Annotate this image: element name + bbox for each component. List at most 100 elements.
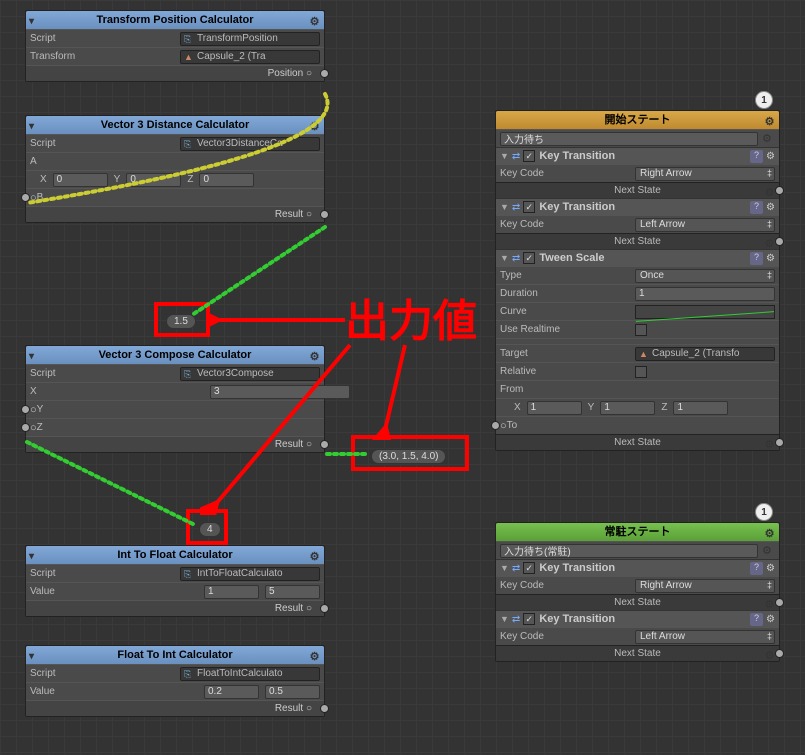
node-int-to-float[interactable]: ▾ Int To Float Calculator ⚙ Script ⎘ Int…	[25, 545, 325, 617]
output-port[interactable]	[320, 440, 329, 449]
script-field[interactable]: ⎘ TransformPosition	[180, 32, 320, 46]
curve-field[interactable]	[635, 305, 775, 319]
foldout-icon[interactable]: ▼	[500, 614, 509, 624]
value-input-a[interactable]	[204, 585, 259, 599]
value-input-b[interactable]	[265, 685, 320, 699]
output-port[interactable]	[775, 649, 784, 658]
node-resident-state[interactable]: 常駐ステート ⚙ ⚙ ▼ ⇄ ✓ Key Transition ? ⚙ Key …	[495, 522, 780, 662]
gear-icon[interactable]: ⚙	[308, 118, 321, 131]
gear-icon[interactable]: ⚙	[308, 348, 321, 361]
node-header[interactable]: ▾ Int To Float Calculator ⚙	[26, 546, 324, 564]
help-icon[interactable]: ?	[750, 252, 763, 265]
collapse-icon[interactable]: ▾	[29, 118, 34, 136]
value-input-a[interactable]	[204, 685, 259, 699]
keycode-dropdown[interactable]: Right Arrow	[635, 167, 775, 181]
gear-icon[interactable]: ⚙	[762, 544, 775, 557]
gear-icon[interactable]: ⚙	[763, 648, 776, 661]
node-vec3-distance[interactable]: ▾ Vector 3 Distance Calculator ⚙ Script …	[25, 115, 325, 223]
node-header[interactable]: 開始ステート ⚙	[496, 111, 779, 129]
gear-icon[interactable]: ⚙	[766, 151, 775, 162]
output-port[interactable]	[320, 604, 329, 613]
foldout-icon[interactable]: ▼	[500, 151, 509, 161]
gear-icon[interactable]: ⚙	[766, 614, 775, 625]
gear-icon[interactable]: ⚙	[763, 437, 776, 450]
z-input[interactable]	[199, 173, 254, 187]
node-header[interactable]: ▾ Transform Position Calculator ⚙	[26, 11, 324, 29]
output-port[interactable]	[320, 69, 329, 78]
from-y-input[interactable]	[600, 401, 655, 415]
relative-checkbox[interactable]	[635, 366, 647, 378]
gear-icon[interactable]: ⚙	[763, 525, 776, 538]
enable-checkbox[interactable]: ✓	[523, 613, 535, 625]
script-field[interactable]: ⎘ FloatToIntCalculato	[180, 667, 320, 681]
output-port[interactable]	[320, 704, 329, 713]
value-input-b[interactable]	[265, 585, 320, 599]
enable-checkbox[interactable]: ✓	[523, 562, 535, 574]
realtime-checkbox[interactable]	[635, 324, 647, 336]
keycode-dropdown[interactable]: Right Arrow	[635, 579, 775, 593]
section-key-transition-1[interactable]: ▼ ⇄ ✓ Key Transition ? ⚙	[496, 559, 779, 576]
input-port-z[interactable]	[21, 423, 30, 432]
foldout-icon[interactable]: ▼	[500, 202, 509, 212]
node-vec3-compose[interactable]: ▾ Vector 3 Compose Calculator ⚙ Script ⎘…	[25, 345, 325, 453]
gear-icon[interactable]: ⚙	[763, 185, 776, 198]
state-name-input[interactable]	[500, 544, 758, 558]
node-header[interactable]: 常駐ステート ⚙	[496, 523, 779, 541]
gear-icon[interactable]: ⚙	[763, 113, 776, 126]
help-icon[interactable]: ?	[750, 562, 763, 575]
output-port[interactable]	[775, 598, 784, 607]
help-icon[interactable]: ?	[750, 150, 763, 163]
foldout-icon[interactable]: ▼	[500, 253, 509, 263]
script-field[interactable]: ⎘ Vector3DistanceCa	[180, 137, 320, 151]
node-start-state[interactable]: 開始ステート ⚙ ⚙ ▼ ⇄ ✓ Key Transition ? ⚙ Key …	[495, 110, 780, 451]
node-header[interactable]: ▾ Vector 3 Compose Calculator ⚙	[26, 346, 324, 364]
section-key-transition-1[interactable]: ▼ ⇄ ✓ Key Transition ? ⚙	[496, 147, 779, 164]
foldout-icon[interactable]: ▼	[500, 563, 509, 573]
input-port-b[interactable]	[21, 193, 30, 202]
node-transform-position[interactable]: ▾ Transform Position Calculator ⚙ Script…	[25, 10, 325, 82]
output-port[interactable]	[775, 237, 784, 246]
gear-icon[interactable]: ⚙	[763, 236, 776, 249]
script-field[interactable]: ⎘ Vector3Compose	[180, 367, 320, 381]
help-icon[interactable]: ?	[750, 201, 763, 214]
enable-checkbox[interactable]: ✓	[523, 150, 535, 162]
collapse-icon[interactable]: ▾	[29, 548, 34, 566]
node-header[interactable]: ▾ Float To Int Calculator ⚙	[26, 646, 324, 664]
from-z-input[interactable]	[673, 401, 728, 415]
gear-icon[interactable]: ⚙	[308, 648, 321, 661]
output-port[interactable]	[775, 438, 784, 447]
type-dropdown[interactable]: Once	[635, 269, 775, 283]
script-field[interactable]: ⎘ IntToFloatCalculato	[180, 567, 320, 581]
node-float-to-int[interactable]: ▾ Float To Int Calculator ⚙ Script ⎘ Flo…	[25, 645, 325, 717]
x-input[interactable]	[210, 385, 350, 399]
collapse-icon[interactable]: ▾	[29, 648, 34, 666]
target-field[interactable]: ▲ Capsule_2 (Transfo	[635, 347, 775, 361]
gear-icon[interactable]: ⚙	[308, 13, 321, 26]
output-port[interactable]	[320, 210, 329, 219]
section-key-transition-2[interactable]: ▼ ⇄ ✓ Key Transition ? ⚙	[496, 198, 779, 215]
gear-icon[interactable]: ⚙	[308, 548, 321, 561]
collapse-icon[interactable]: ▾	[29, 13, 34, 31]
help-icon[interactable]: ?	[750, 613, 763, 626]
y-input[interactable]	[126, 173, 181, 187]
keycode-dropdown[interactable]: Left Arrow	[635, 218, 775, 232]
input-port-y[interactable]	[21, 405, 30, 414]
keycode-dropdown[interactable]: Left Arrow	[635, 630, 775, 644]
duration-input[interactable]	[635, 287, 775, 301]
gear-icon[interactable]: ⚙	[763, 597, 776, 610]
enable-checkbox[interactable]: ✓	[523, 201, 535, 213]
gear-icon[interactable]: ⚙	[766, 202, 775, 213]
node-header[interactable]: ▾ Vector 3 Distance Calculator ⚙	[26, 116, 324, 134]
gear-icon[interactable]: ⚙	[762, 132, 775, 145]
gear-icon[interactable]: ⚙	[766, 253, 775, 264]
transform-field[interactable]: ▲ Capsule_2 (Tra	[180, 50, 320, 64]
output-port[interactable]	[775, 186, 784, 195]
gear-icon[interactable]: ⚙	[766, 563, 775, 574]
input-port-to[interactable]	[491, 421, 500, 430]
from-x-input[interactable]	[527, 401, 582, 415]
collapse-icon[interactable]: ▾	[29, 348, 34, 366]
x-input[interactable]	[53, 173, 108, 187]
enable-checkbox[interactable]: ✓	[523, 252, 535, 264]
state-name-input[interactable]	[500, 132, 758, 146]
section-tween-scale[interactable]: ▼ ⇄ ✓ Tween Scale ? ⚙	[496, 249, 779, 266]
